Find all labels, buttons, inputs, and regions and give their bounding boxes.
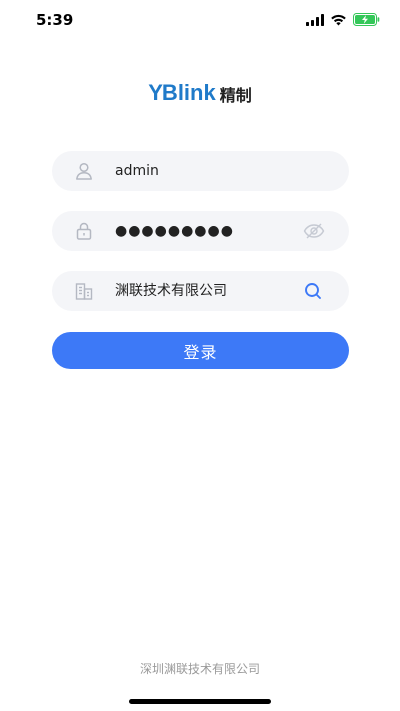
logo-mark: YB <box>148 80 178 105</box>
wifi-icon <box>330 14 347 26</box>
login-button[interactable]: 登录 <box>52 332 349 369</box>
password-value[interactable]: ●●●●●●●●● <box>115 211 234 251</box>
password-field[interactable]: ●●●●●●●●● <box>52 211 349 251</box>
building-icon <box>74 281 94 301</box>
app-logo: YB link 精制 <box>0 80 400 106</box>
user-icon <box>74 161 94 181</box>
company-value[interactable]: 渊联技术有限公司 <box>115 271 227 311</box>
cellular-signal-icon <box>306 13 324 26</box>
battery-charging-icon <box>353 13 380 26</box>
company-field[interactable]: 渊联技术有限公司 <box>52 271 349 311</box>
username-field[interactable]: admin <box>52 151 349 191</box>
logo-suffix-text: 精制 <box>219 86 252 105</box>
status-bar: 5:39 <box>0 0 400 40</box>
login-screen: 5:39 YB link 精制 admin ●●●●●●●●● 渊联技术有限公司… <box>0 0 400 711</box>
eye-off-icon[interactable] <box>303 221 325 241</box>
logo-wordmark: link <box>177 80 216 105</box>
search-icon[interactable] <box>303 281 323 301</box>
status-time: 5:39 <box>36 11 74 29</box>
username-value[interactable]: admin <box>115 151 159 191</box>
lock-icon <box>74 221 94 241</box>
footer-company: 深圳渊联技术有限公司 <box>139 662 260 676</box>
status-icons <box>306 13 380 26</box>
home-indicator[interactable] <box>129 699 271 704</box>
